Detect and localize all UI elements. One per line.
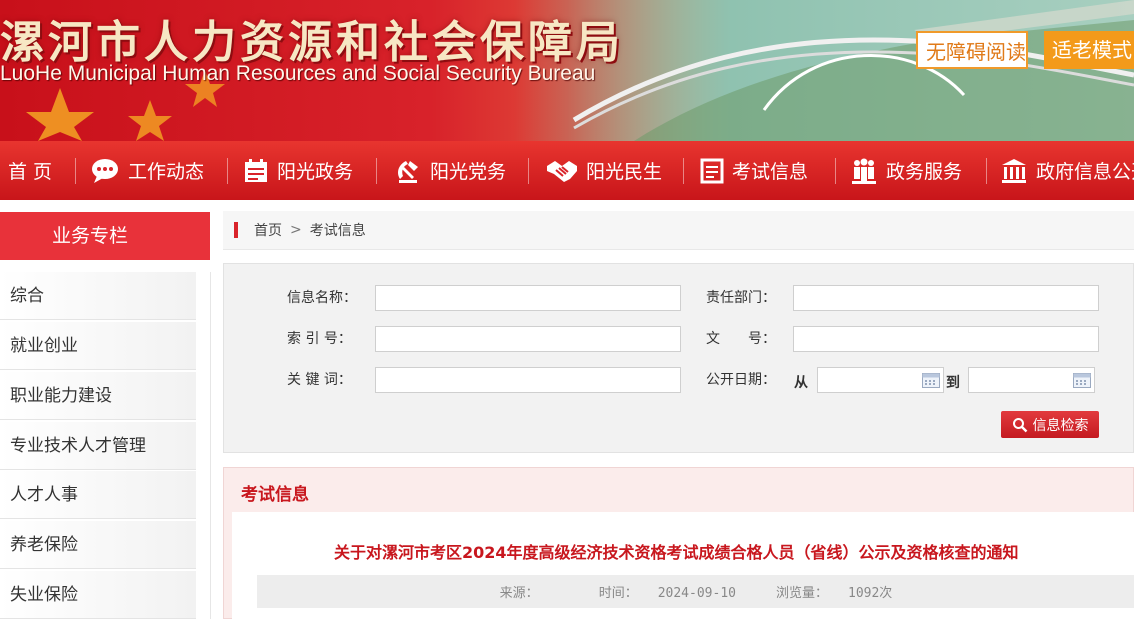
time-value: 2024-09-10 bbox=[657, 586, 736, 601]
date-from-label: 从 bbox=[794, 375, 808, 391]
info-name-label: 信息名称： bbox=[287, 290, 357, 306]
nav-divider bbox=[227, 158, 228, 184]
sidebar-item-professional-talent[interactable]: 专业技术人才管理 bbox=[0, 422, 196, 470]
source-label: 来源： bbox=[499, 586, 539, 601]
main-nav: 首 页 工作动态 阳光政务 阳光党务 阳光民生 考试信息 政务服务 政府信息公 bbox=[0, 141, 1134, 200]
breadcrumb-separator: > bbox=[290, 222, 302, 238]
breadcrumb-marker bbox=[234, 222, 238, 238]
nav-divider bbox=[683, 158, 684, 184]
nav-item-label: 阳光民生 bbox=[586, 161, 663, 183]
nav-item-label: 政府信息公开 bbox=[1036, 161, 1134, 183]
date-from-field bbox=[817, 367, 944, 393]
article-meta: 来源： 时间： 2024-09-10 浏览量： 1092次 bbox=[257, 575, 1134, 608]
chat-bubble-icon bbox=[92, 158, 118, 183]
sidebar-title: 业务专栏 bbox=[0, 212, 210, 260]
nav-item-livelihood[interactable]: 阳光民生 bbox=[546, 141, 662, 200]
document-icon bbox=[700, 158, 724, 183]
sidebar-item-unemployment-insurance[interactable]: 失业保险 bbox=[0, 571, 196, 619]
views-value: 1092次 bbox=[848, 586, 893, 601]
people-icon bbox=[852, 158, 876, 184]
nav-item-work-news[interactable]: 工作动态 bbox=[90, 141, 204, 200]
date-to-label: 到 bbox=[946, 375, 960, 391]
views-meta: 浏览量： 1092次 bbox=[766, 582, 902, 601]
search-panel: 信息名称： 责任部门： 索 引 号： 文 号： 关 键 词： 公开日期： 从 到… bbox=[223, 263, 1134, 453]
article-card: 关于对漯河市考区2024年度高级经济技术资格考试成绩合格人员（省线）公示及资格核… bbox=[232, 512, 1134, 622]
doc-number-label: 文 号： bbox=[706, 331, 776, 347]
calendar-icon bbox=[245, 158, 267, 182]
nav-divider bbox=[75, 158, 76, 184]
time-label: 时间： bbox=[598, 586, 638, 601]
calendar-picker-icon[interactable] bbox=[1073, 373, 1091, 388]
index-number-label: 索 引 号： bbox=[287, 331, 352, 347]
department-input[interactable] bbox=[793, 285, 1099, 311]
section-title: 考试信息 bbox=[241, 485, 309, 505]
party-emblem-icon bbox=[398, 160, 418, 183]
info-search-button[interactable]: 信息检索 bbox=[1001, 411, 1099, 438]
nav-item-gov-service[interactable]: 政务服务 bbox=[850, 141, 962, 200]
site-title: 漯河市人力资源和社会保障局 bbox=[0, 17, 624, 68]
nav-item-label: 阳光党务 bbox=[430, 161, 507, 183]
sidebar-item-pension-insurance[interactable]: 养老保险 bbox=[0, 521, 196, 569]
doc-number-input[interactable] bbox=[793, 326, 1099, 352]
nav-item-home[interactable]: 首 页 bbox=[8, 141, 52, 200]
views-label: 浏览量： bbox=[775, 586, 828, 601]
sidebar-item-vocational-ability[interactable]: 职业能力建设 bbox=[0, 372, 196, 420]
search-button-label: 信息检索 bbox=[1032, 417, 1089, 434]
nav-item-exam-info[interactable]: 考试信息 bbox=[700, 141, 808, 200]
nav-item-gov-info-disclosure[interactable]: 政府信息公开 bbox=[1000, 141, 1134, 200]
source-meta: 来源： bbox=[490, 582, 569, 601]
nav-item-label: 阳光政务 bbox=[277, 161, 354, 183]
date-to-field bbox=[968, 367, 1095, 393]
government-building-icon bbox=[1002, 158, 1026, 183]
nav-item-label: 考试信息 bbox=[732, 161, 809, 183]
handshake-icon bbox=[547, 160, 577, 182]
keyword-input[interactable] bbox=[375, 367, 681, 393]
nav-item-label: 首 页 bbox=[8, 161, 53, 183]
nav-item-label: 工作动态 bbox=[128, 161, 205, 183]
search-icon bbox=[1012, 417, 1027, 432]
article-title-link[interactable]: 关于对漯河市考区2024年度高级经济技术资格考试成绩合格人员（省线）公示及资格核… bbox=[334, 539, 1019, 563]
nav-divider bbox=[528, 158, 529, 184]
accessibility-reading-button[interactable]: 无障碍阅读 bbox=[916, 31, 1028, 69]
breadcrumb-home-link[interactable]: 首页 bbox=[254, 220, 282, 240]
time-meta: 时间： 2024-09-10 bbox=[589, 582, 746, 601]
nav-divider bbox=[376, 158, 377, 184]
nav-divider bbox=[986, 158, 987, 184]
calendar-picker-icon[interactable] bbox=[922, 373, 940, 388]
info-name-input[interactable] bbox=[375, 285, 681, 311]
nav-item-label: 政务服务 bbox=[886, 161, 963, 183]
nav-item-party-affairs[interactable]: 阳光党务 bbox=[394, 141, 506, 200]
elder-mode-button[interactable]: 适老模式 bbox=[1044, 31, 1134, 69]
header-banner: 漯河市人力资源和社会保障局 LuoHe Municipal Human Reso… bbox=[0, 0, 1134, 141]
department-label: 责任部门： bbox=[706, 290, 776, 306]
site-subtitle: LuoHe Municipal Human Resources and Soci… bbox=[0, 62, 596, 85]
sidebar-item-general[interactable]: 综合 bbox=[0, 272, 196, 320]
nav-item-sunshine-affairs[interactable]: 阳光政务 bbox=[243, 141, 353, 200]
index-number-input[interactable] bbox=[375, 326, 681, 352]
sidebar-item-talent-personnel[interactable]: 人才人事 bbox=[0, 471, 196, 519]
sidebar-list: 综合 就业创业 职业能力建设 专业技术人才管理 人才人事 养老保险 失业保险 bbox=[0, 272, 211, 619]
breadcrumb: 首页 > 考试信息 bbox=[223, 211, 1134, 250]
keyword-label: 关 键 词： bbox=[287, 372, 352, 388]
nav-divider bbox=[835, 158, 836, 184]
breadcrumb-current[interactable]: 考试信息 bbox=[310, 220, 366, 240]
exam-info-panel: 考试信息 关于对漯河市考区2024年度高级经济技术资格考试成绩合格人员（省线）公… bbox=[223, 467, 1134, 622]
publish-date-label: 公开日期： bbox=[706, 372, 776, 388]
sidebar-item-employment[interactable]: 就业创业 bbox=[0, 322, 196, 370]
